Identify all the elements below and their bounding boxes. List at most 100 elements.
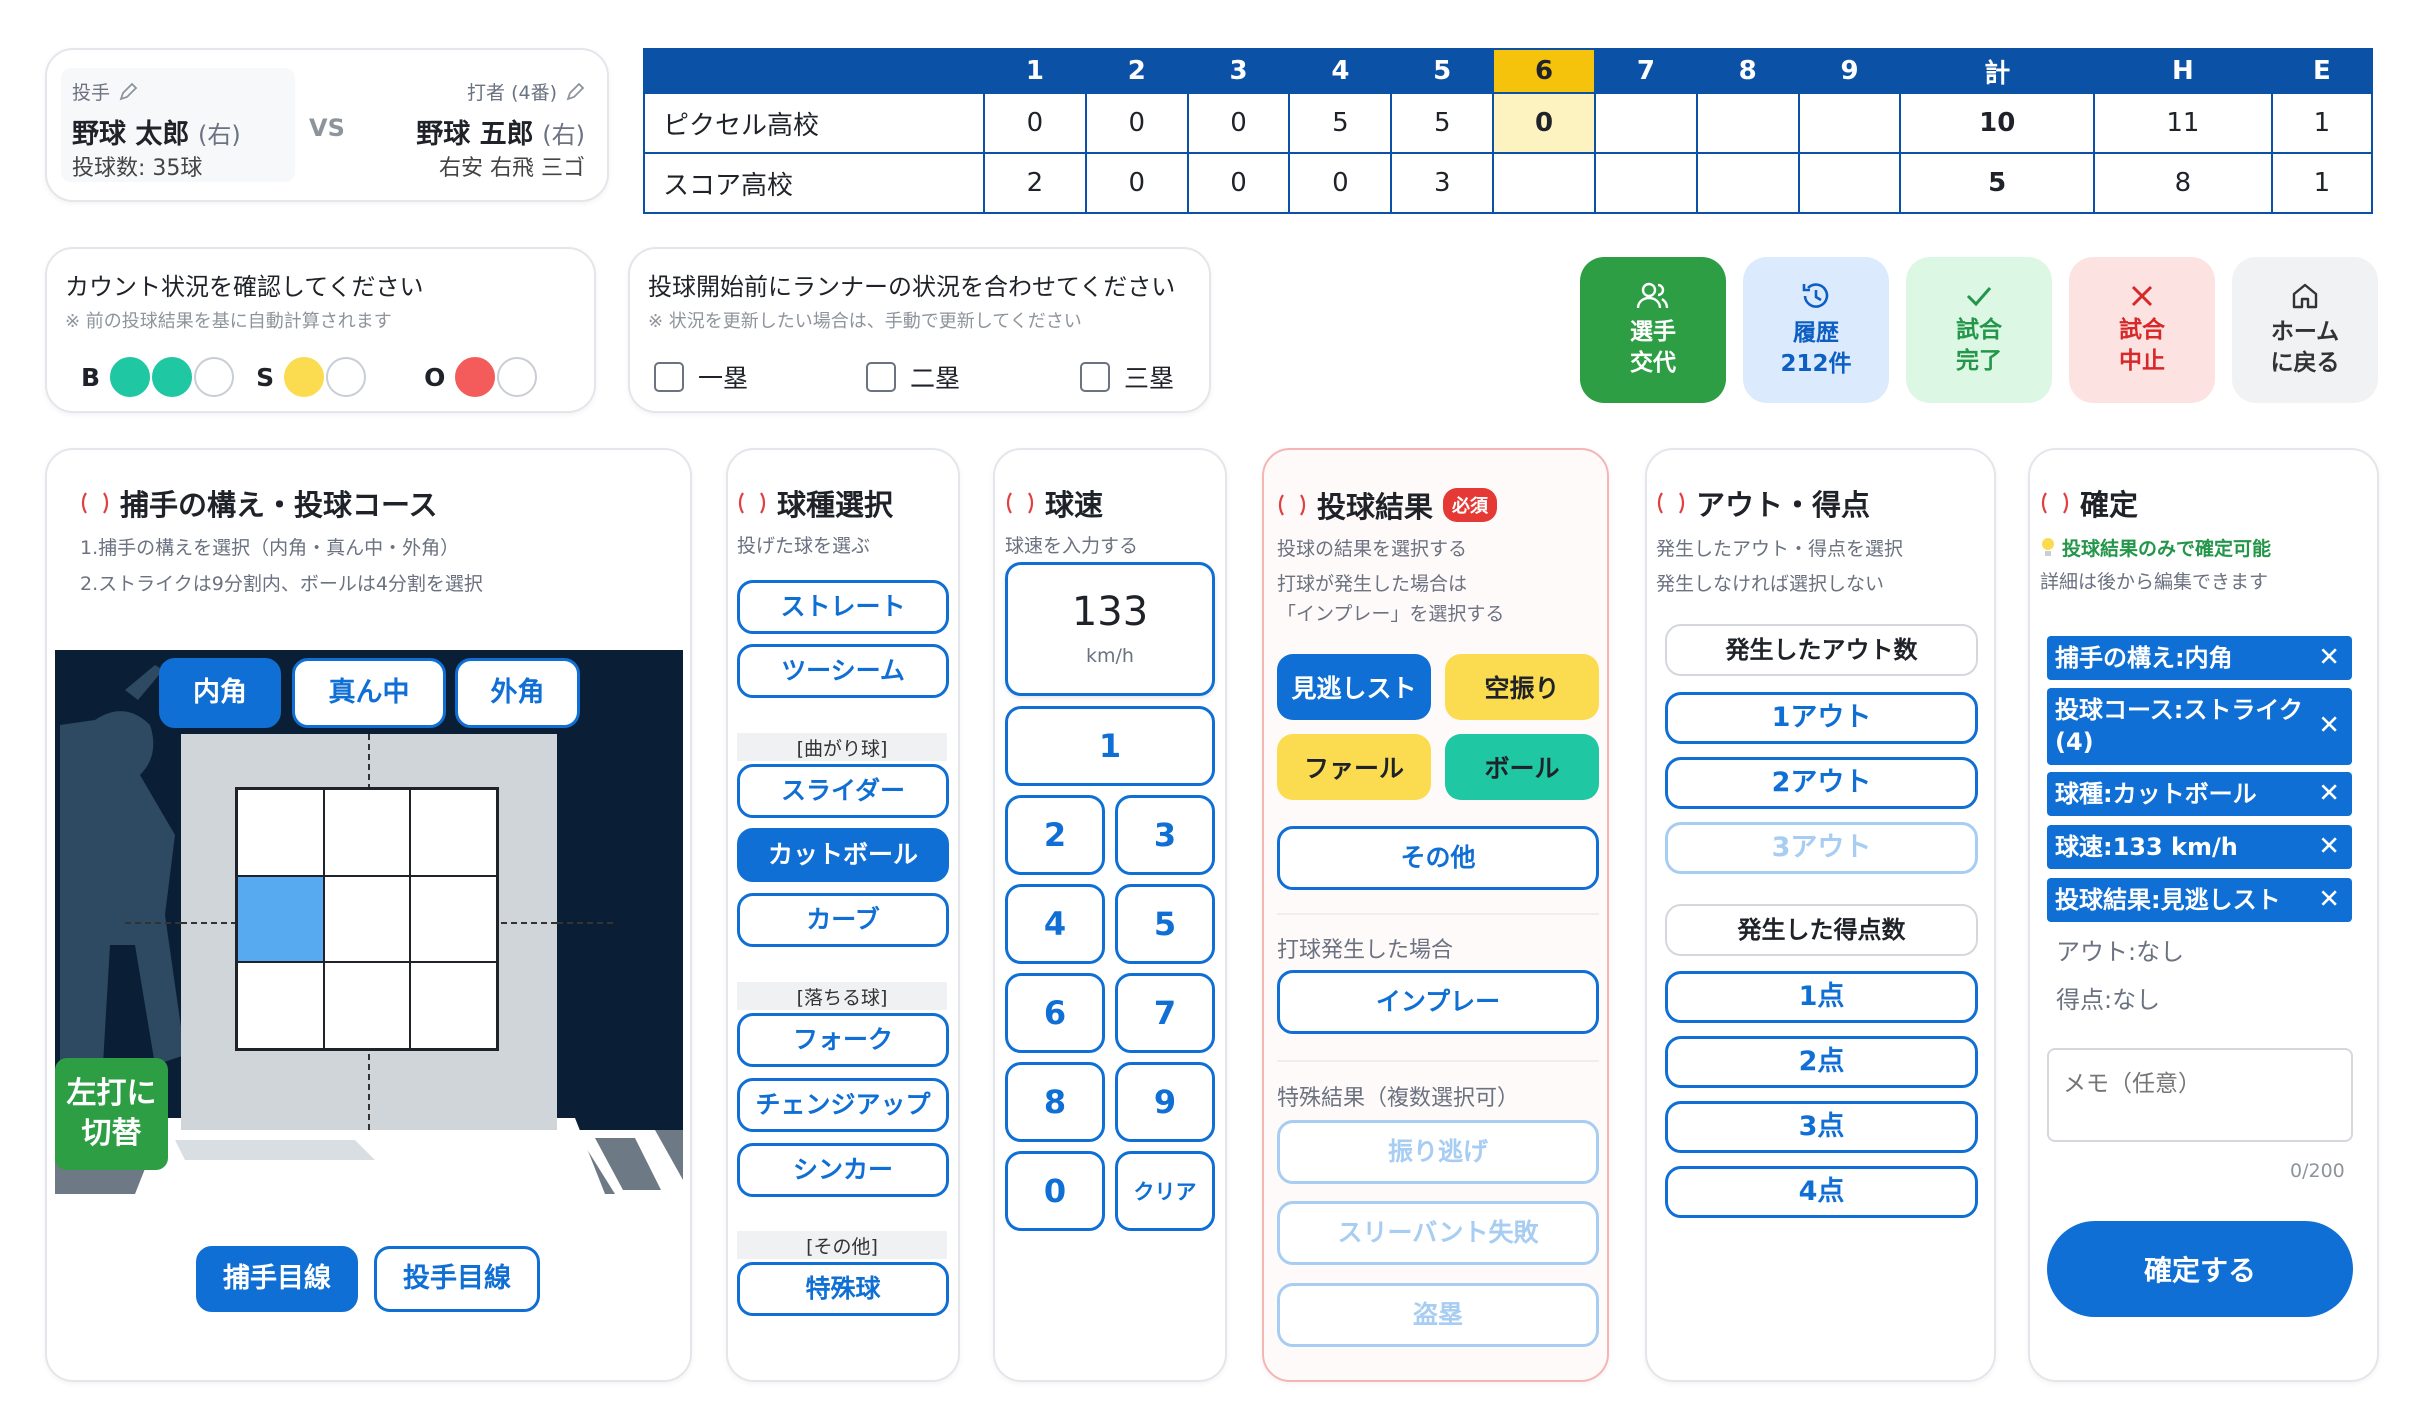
count-title: カウント状況を確認してください — [65, 273, 424, 301]
edit-pencil-icon[interactable] — [118, 82, 138, 102]
score-cell: 0 — [1186, 152, 1291, 214]
changeup-button[interactable]: チェンジアップ — [737, 1078, 949, 1132]
steal-button[interactable]: 盗塁 — [1277, 1283, 1599, 1347]
zone-cell[interactable] — [237, 962, 324, 1049]
submit-button[interactable]: 確定する — [2047, 1221, 2353, 1317]
zone-cell[interactable] — [237, 789, 324, 876]
inplay-button[interactable]: インプレー — [1277, 970, 1599, 1034]
three-out-button[interactable]: 3アウト — [1665, 822, 1978, 874]
twoseam-button[interactable]: ツーシーム — [737, 644, 949, 698]
edit-pencil-icon[interactable] — [565, 82, 585, 102]
key-0[interactable]: 0 — [1005, 1151, 1105, 1231]
bunt-fail-button[interactable]: スリーバント失敗 — [1277, 1201, 1599, 1265]
ball-button[interactable]: ボール — [1445, 734, 1599, 800]
zone-cell[interactable] — [410, 875, 497, 963]
checkbox-box[interactable] — [1080, 362, 1110, 392]
second-base-checkbox[interactable]: 二塁 — [866, 359, 960, 395]
slider-button[interactable]: スライダー — [737, 764, 949, 818]
history-button[interactable]: 履歴 212件 — [1743, 257, 1889, 403]
swing-escape-button[interactable]: 振り逃げ — [1277, 1120, 1599, 1184]
first-base-checkbox[interactable]: 一塁 — [654, 359, 748, 395]
fork-button[interactable]: フォーク — [737, 1013, 949, 1067]
key-1[interactable]: 1 — [1005, 706, 1215, 786]
key-4[interactable]: 4 — [1005, 884, 1105, 964]
outside-button[interactable]: 外角 — [455, 658, 580, 728]
substitute-button[interactable]: 選手 交代 — [1580, 257, 1726, 403]
middle-button[interactable]: 真ん中 — [292, 658, 446, 728]
zone-cell[interactable] — [323, 789, 411, 876]
key-5[interactable]: 5 — [1115, 884, 1215, 964]
one-run-button[interactable]: 1点 — [1665, 971, 1978, 1023]
inning-header: 3 — [1186, 48, 1291, 94]
close-icon[interactable]: ✕ — [2318, 830, 2340, 865]
team-name: スコア高校 — [643, 152, 985, 214]
chip-label: 球種:カットボール — [2055, 780, 2257, 808]
cutter-button[interactable]: カットボール — [737, 828, 949, 882]
one-out-button[interactable]: 1アウト — [1665, 692, 1978, 744]
switch-left-batter-button[interactable]: 左打に 切替 — [55, 1058, 168, 1170]
key-9[interactable]: 9 — [1115, 1062, 1215, 1142]
close-icon[interactable]: ✕ — [2318, 641, 2340, 676]
summary-chip[interactable]: 投球コース:ストライク(4) ✕ — [2047, 688, 2352, 765]
confirm-title: 確定 — [2080, 488, 2139, 522]
speed-display[interactable]: 133 km/h — [1005, 562, 1215, 696]
substitute-label-2: 交代 — [1630, 350, 1676, 376]
pitcher-view-button[interactable]: 投手目線 — [374, 1246, 540, 1312]
three-run-button[interactable]: 3点 — [1665, 1101, 1978, 1153]
ball-indicator — [152, 357, 193, 397]
outs-runs-sub-1: 発生したアウト・得点を選択 — [1656, 538, 1904, 560]
result-sub-2: 打球が発生した場合は — [1277, 573, 1468, 595]
score-cell: 5 — [1390, 92, 1495, 154]
four-run-button[interactable]: 4点 — [1665, 1166, 1978, 1218]
curve-button[interactable]: カーブ — [737, 893, 949, 947]
score-cell — [1797, 152, 1902, 214]
switch-label-1: 左打に — [66, 1075, 157, 1111]
inside-button[interactable]: 内角 — [159, 658, 281, 728]
summary-chip[interactable]: 球種:カットボール ✕ — [2047, 772, 2352, 817]
clear-button[interactable]: クリア — [1115, 1151, 1215, 1231]
home-label-2: に戻る — [2270, 350, 2340, 376]
memo-counter: 0/200 — [2290, 1160, 2345, 1182]
score-cell: 0 — [983, 92, 1087, 154]
sinker-button[interactable]: シンカー — [737, 1143, 949, 1197]
straight-button[interactable]: ストレート — [737, 580, 949, 634]
zone-cell[interactable] — [323, 875, 411, 963]
memo-input[interactable] — [2047, 1048, 2353, 1142]
close-icon[interactable]: ✕ — [2318, 777, 2340, 812]
scoreboard-corner — [643, 48, 985, 94]
key-3[interactable]: 3 — [1115, 795, 1215, 875]
game-cancel-button[interactable]: 試合 中止 — [2069, 257, 2215, 403]
summary-chip[interactable]: 球速:133 km/h ✕ — [2047, 825, 2352, 870]
catcher-view-button[interactable]: 捕手目線 — [196, 1246, 358, 1312]
inning-header: 5 — [1390, 48, 1495, 94]
zone-cell[interactable] — [323, 962, 411, 1049]
pitch-count: 投球数: 35球 — [72, 156, 203, 181]
key-8[interactable]: 8 — [1005, 1062, 1105, 1142]
summary-chip[interactable]: 捕手の構え:内角 ✕ — [2047, 636, 2352, 681]
close-icon[interactable]: ✕ — [2318, 709, 2340, 744]
count-card: カウント状況を確認してください ※ 前の投球結果を基に自動計算されます B S … — [45, 247, 596, 413]
foul-button[interactable]: ファール — [1277, 734, 1431, 800]
looking-strike-button[interactable]: 見逃しスト — [1277, 654, 1431, 720]
zone-cell[interactable] — [410, 962, 497, 1049]
checkbox-box[interactable] — [866, 362, 896, 392]
close-icon[interactable]: ✕ — [2318, 883, 2340, 918]
third-base-checkbox[interactable]: 三塁 — [1080, 359, 1174, 395]
switch-label-2: 切替 — [81, 1116, 142, 1151]
scoreboard-header: 123456789計HE — [643, 48, 2374, 94]
other-result-button[interactable]: その他 — [1277, 826, 1599, 890]
summary-chip[interactable]: 投球結果:見逃しスト ✕ — [2047, 878, 2352, 923]
special-pitch-button[interactable]: 特殊球 — [737, 1262, 949, 1316]
zone-cell[interactable] — [410, 789, 497, 876]
checkbox-box[interactable] — [654, 362, 684, 392]
divider — [1277, 1060, 1599, 1062]
key-7[interactable]: 7 — [1115, 973, 1215, 1053]
swinging-strike-button[interactable]: 空振り — [1445, 654, 1599, 720]
two-out-button[interactable]: 2アウト — [1665, 757, 1978, 809]
two-run-button[interactable]: 2点 — [1665, 1036, 1978, 1088]
game-complete-button[interactable]: 試合 完了 — [1906, 257, 2052, 403]
key-6[interactable]: 6 — [1005, 973, 1105, 1053]
zone-cell[interactable] — [237, 875, 324, 963]
home-button[interactable]: ホーム に戻る — [2232, 257, 2378, 403]
key-2[interactable]: 2 — [1005, 795, 1105, 875]
